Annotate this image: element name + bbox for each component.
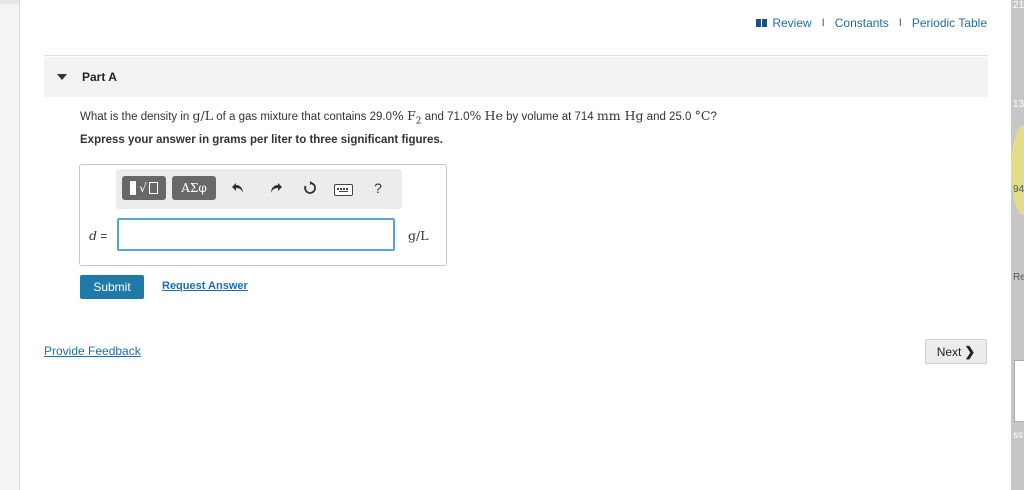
q-text: and 71.0 bbox=[421, 111, 470, 123]
greek-symbols-button[interactable]: ΑΣφ bbox=[172, 176, 216, 200]
next-label: Next bbox=[936, 344, 962, 359]
template-box-icon bbox=[148, 182, 158, 194]
side-box bbox=[1014, 360, 1024, 422]
request-answer-link[interactable]: Request Answer bbox=[162, 280, 248, 292]
sqrt-icon: √ bbox=[139, 181, 147, 195]
chevron-right-icon: ❯ bbox=[964, 343, 976, 359]
part-title: Part A bbox=[82, 70, 117, 84]
q-text: ? bbox=[710, 111, 717, 123]
reset-icon[interactable] bbox=[300, 178, 320, 198]
q-unit: g/L bbox=[192, 108, 214, 123]
keyboard-icon[interactable] bbox=[334, 184, 353, 196]
right-side-panel: 212 13 94 Re ss bbox=[1011, 0, 1024, 490]
q-degc: °C bbox=[694, 108, 711, 123]
q-f: F bbox=[407, 108, 416, 123]
q-mmhg: mm Hg bbox=[596, 108, 644, 123]
next-button[interactable]: Next ❯ bbox=[925, 339, 987, 364]
left-gutter bbox=[0, 0, 20, 490]
help-button[interactable]: ? bbox=[368, 178, 388, 198]
side-text-1: 212 bbox=[1013, 0, 1024, 11]
gutter-tick bbox=[0, 0, 19, 4]
redo-icon[interactable] bbox=[266, 178, 286, 198]
variable-d: d bbox=[89, 228, 98, 243]
equals-sign: = bbox=[97, 229, 108, 243]
answer-unit: g/L bbox=[408, 228, 429, 243]
q-text: of a gas mixture that contains 29.0 bbox=[213, 111, 393, 123]
collapse-caret-icon[interactable] bbox=[57, 74, 67, 80]
periodic-table-link[interactable]: Periodic Table bbox=[912, 16, 987, 30]
template-block-icon bbox=[130, 181, 137, 195]
q-helium: He bbox=[484, 108, 503, 123]
part-header[interactable]: Part A bbox=[44, 57, 988, 97]
side-text-3: 94 bbox=[1013, 184, 1024, 195]
review-icon bbox=[756, 19, 768, 27]
q-percent: % bbox=[392, 108, 404, 123]
q-fluorine: F2 bbox=[407, 108, 421, 127]
q-text: What is the density in bbox=[80, 111, 193, 123]
templates-button[interactable]: √ bbox=[122, 176, 166, 200]
side-text-2: 13 bbox=[1013, 99, 1024, 110]
q-text: by volume at 714 bbox=[502, 111, 597, 123]
constants-link[interactable]: Constants bbox=[835, 16, 889, 30]
submit-button[interactable]: Submit bbox=[80, 275, 144, 299]
answer-variable-label: d = bbox=[89, 228, 107, 243]
provide-feedback-link[interactable]: Provide Feedback bbox=[44, 344, 141, 358]
top-links: Review I Constants I Periodic Table bbox=[756, 16, 987, 30]
link-separator: I bbox=[821, 17, 825, 29]
review-link[interactable]: Review bbox=[772, 16, 811, 30]
answer-input[interactable] bbox=[117, 218, 395, 251]
undo-icon[interactable] bbox=[228, 178, 248, 198]
side-text-4: Re bbox=[1013, 272, 1024, 283]
q-percent: % bbox=[469, 108, 482, 123]
divider bbox=[44, 55, 988, 56]
q-text: and 25.0 bbox=[643, 111, 695, 123]
math-toolbar: √ ΑΣφ ? bbox=[116, 169, 402, 209]
question-text: What is the density in g/L of a gas mixt… bbox=[80, 108, 717, 127]
side-text-5: ss bbox=[1013, 430, 1023, 441]
side-decoration bbox=[1011, 125, 1024, 215]
link-separator: I bbox=[898, 17, 902, 29]
instruction-text: Express your answer in grams per liter t… bbox=[80, 134, 443, 146]
